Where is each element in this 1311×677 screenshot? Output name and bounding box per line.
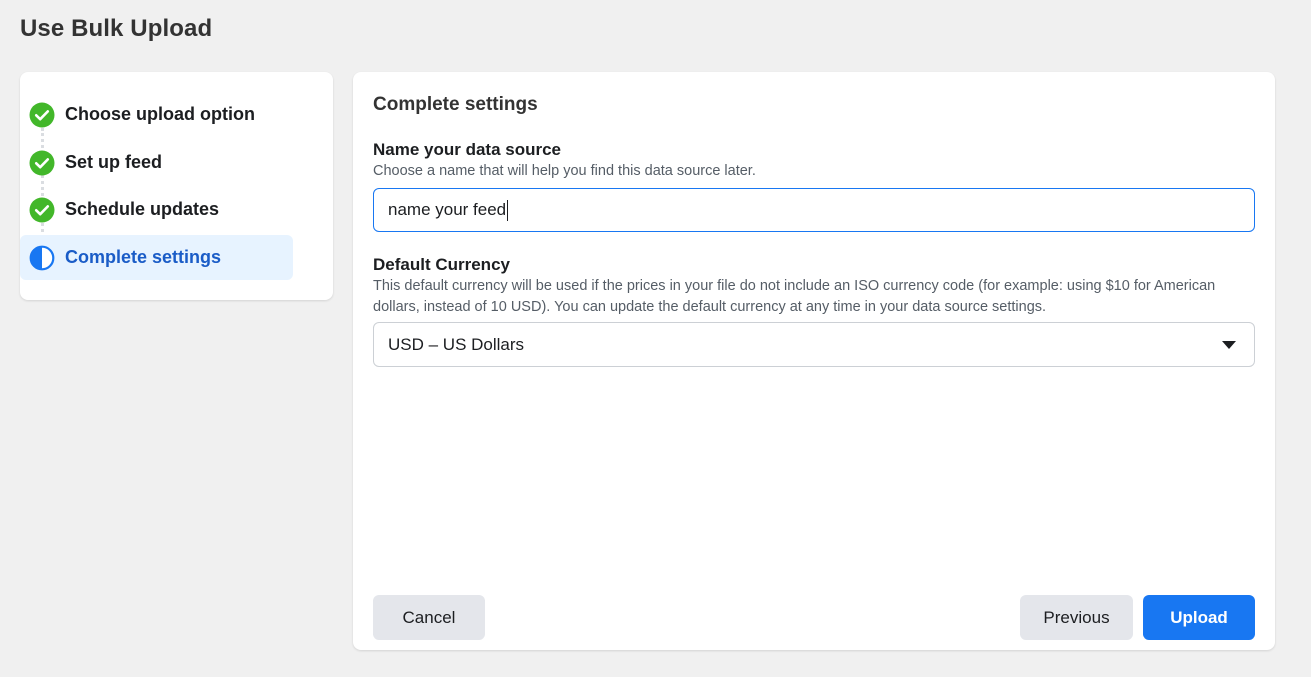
data-source-name-label: Name your data source [373,140,562,159]
panel-title: Complete settings [373,94,538,115]
half-circle-icon [29,245,55,271]
data-source-name-help: Choose a name that will help you find th… [373,163,756,179]
settings-panel: Complete settings Name your data source … [353,72,1275,650]
check-circle-icon [29,102,55,128]
default-currency-value: USD – US Dollars [388,334,525,354]
check-circle-icon [29,197,55,223]
page-title: Use Bulk Upload [20,15,213,42]
data-source-name-value: name your feed [388,200,507,219]
step-schedule-updates[interactable]: Schedule updates [20,187,293,232]
step-set-up-feed[interactable]: Set up feed [20,140,293,185]
default-currency-select[interactable]: USD – US Dollars [373,322,1255,367]
step-label: Set up feed [65,152,163,172]
step-label: Choose upload option [65,104,255,124]
check-circle-icon [29,150,55,176]
default-currency-help: This default currency will be used if th… [373,278,1216,315]
step-label: Schedule updates [65,199,220,219]
default-currency-label: Default Currency [373,255,510,274]
previous-button[interactable]: Previous [1020,595,1133,640]
step-complete-settings[interactable]: Complete settings [20,235,293,280]
data-source-name-input[interactable]: name your feed [373,188,1255,232]
cancel-button[interactable]: Cancel [373,595,485,640]
step-choose-upload-option[interactable]: Choose upload option [20,92,293,137]
upload-button[interactable]: Upload [1143,595,1255,640]
caret-down-icon [1222,341,1236,349]
text-caret [507,199,509,221]
step-label: Complete settings [65,247,222,267]
